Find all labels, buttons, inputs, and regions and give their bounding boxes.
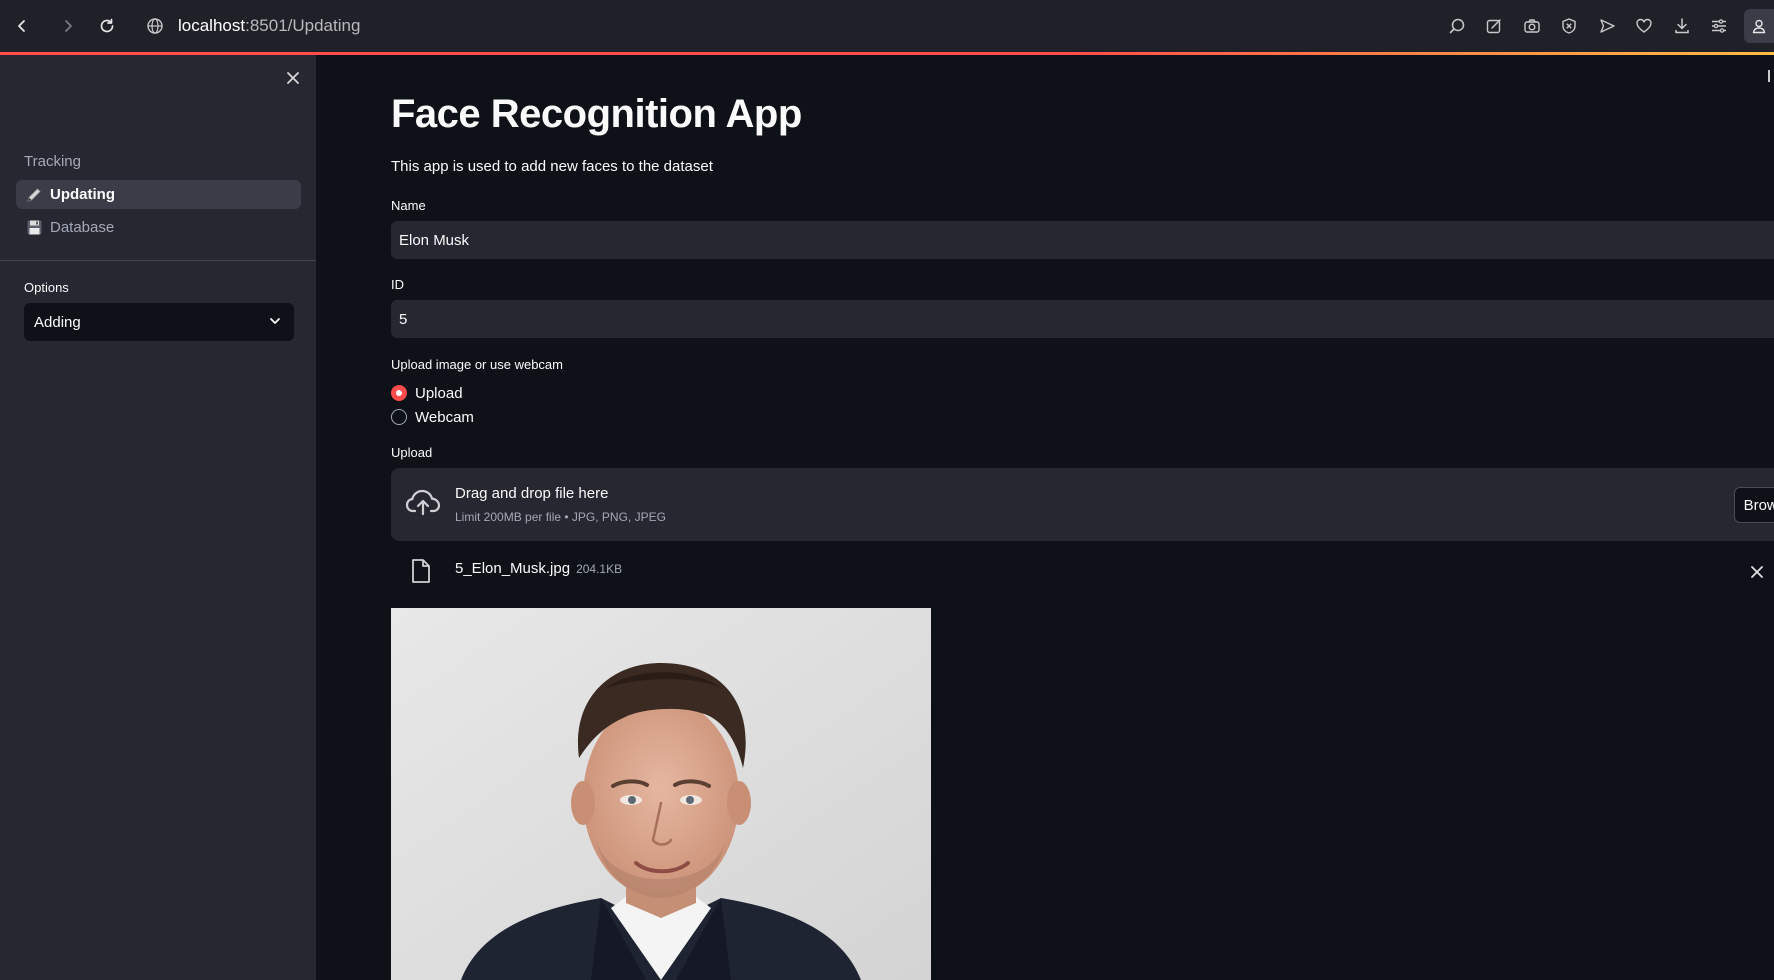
profile-icon[interactable]	[1744, 9, 1774, 43]
settings-sliders-icon[interactable]	[1701, 8, 1739, 44]
close-sidebar-icon[interactable]	[282, 67, 304, 89]
radio-webcam-label: Webcam	[415, 408, 474, 426]
file-icon	[410, 558, 432, 589]
name-input-value: Elon Musk	[399, 231, 470, 249]
radio-upload[interactable]: Upload	[391, 381, 474, 405]
radio-webcam[interactable]: Webcam	[391, 405, 474, 429]
name-label: Name	[391, 198, 426, 213]
download-icon[interactable]	[1663, 8, 1701, 44]
options-select-value: Adding	[34, 313, 81, 331]
nav-label-database: Database	[50, 219, 115, 236]
cloud-upload-icon	[405, 487, 441, 522]
radio-webcam-dot	[391, 409, 407, 425]
browse-files-button[interactable]: Browse files	[1734, 487, 1774, 523]
main-content: Face Recognition App This app is used to…	[316, 55, 1774, 980]
file-size: 204.1KB	[576, 562, 623, 576]
sidebar-divider	[0, 260, 316, 261]
shield-block-icon[interactable]	[1551, 8, 1589, 44]
id-label: ID	[391, 277, 404, 292]
file-name: 5_Elon_Musk.jpg	[455, 560, 571, 577]
forward-icon[interactable]	[56, 14, 80, 38]
corner-marker	[1768, 70, 1774, 82]
url-host: localhost	[178, 16, 246, 35]
file-dropzone[interactable]: Drag and drop file here Limit 200MB per …	[391, 468, 1774, 541]
sidebar: Tracking Updating Database Options Addin…	[0, 55, 316, 980]
source-radio-group: Upload Webcam	[391, 381, 474, 429]
name-input[interactable]: Elon Musk	[391, 221, 1774, 259]
radio-upload-label: Upload	[415, 384, 463, 402]
chevron-down-icon	[268, 314, 282, 332]
uploaded-file-row: 5_Elon_Musk.jpg 204.1KB	[391, 552, 1774, 592]
page-nav: Tracking Updating Database	[16, 147, 301, 246]
reload-icon[interactable]	[95, 14, 119, 38]
uploaded-face-image	[391, 608, 931, 980]
upload-label: Upload	[391, 445, 433, 460]
floppy-disk-icon	[24, 218, 44, 238]
nav-label-updating: Updating	[50, 186, 115, 203]
page-title: Face Recognition App	[391, 92, 802, 136]
dropzone-hint: Limit 200MB per file • JPG, PNG, JPEG	[455, 510, 666, 524]
options-label: Options	[24, 280, 69, 295]
radio-upload-dot	[391, 385, 407, 401]
portrait-illustration	[391, 608, 931, 980]
heart-icon[interactable]	[1626, 8, 1664, 44]
url-path: :8501/Updating	[245, 16, 361, 35]
search-page-icon[interactable]	[1438, 8, 1476, 44]
file-name-line: 5_Elon_Musk.jpg 204.1KB	[455, 560, 622, 577]
nav-label-tracking: Tracking	[24, 153, 81, 170]
options-select[interactable]: Adding	[24, 303, 294, 341]
source-label: Upload image or use webcam	[391, 357, 563, 372]
back-icon[interactable]	[10, 14, 34, 38]
id-input-value: 5	[399, 310, 408, 328]
page-description: This app is used to add new faces to the…	[391, 158, 713, 175]
remove-file-icon[interactable]	[1748, 563, 1766, 581]
address-bar[interactable]: localhost:8501/Updating	[178, 14, 360, 38]
dropzone-title: Drag and drop file here	[455, 485, 609, 502]
nav-item-database[interactable]: Database	[16, 213, 301, 242]
edit-icon[interactable]	[1476, 8, 1514, 44]
nav-item-tracking[interactable]: Tracking	[16, 147, 301, 176]
browser-toolbar-icons	[1438, 8, 1774, 44]
send-icon[interactable]	[1588, 8, 1626, 44]
id-input[interactable]: 5	[391, 300, 1774, 338]
browser-toolbar: localhost:8501/Updating	[0, 0, 1774, 52]
pencil-icon	[24, 185, 44, 205]
nav-item-updating[interactable]: Updating	[16, 180, 301, 209]
camera-icon[interactable]	[1513, 8, 1551, 44]
site-info-icon[interactable]	[143, 14, 167, 38]
